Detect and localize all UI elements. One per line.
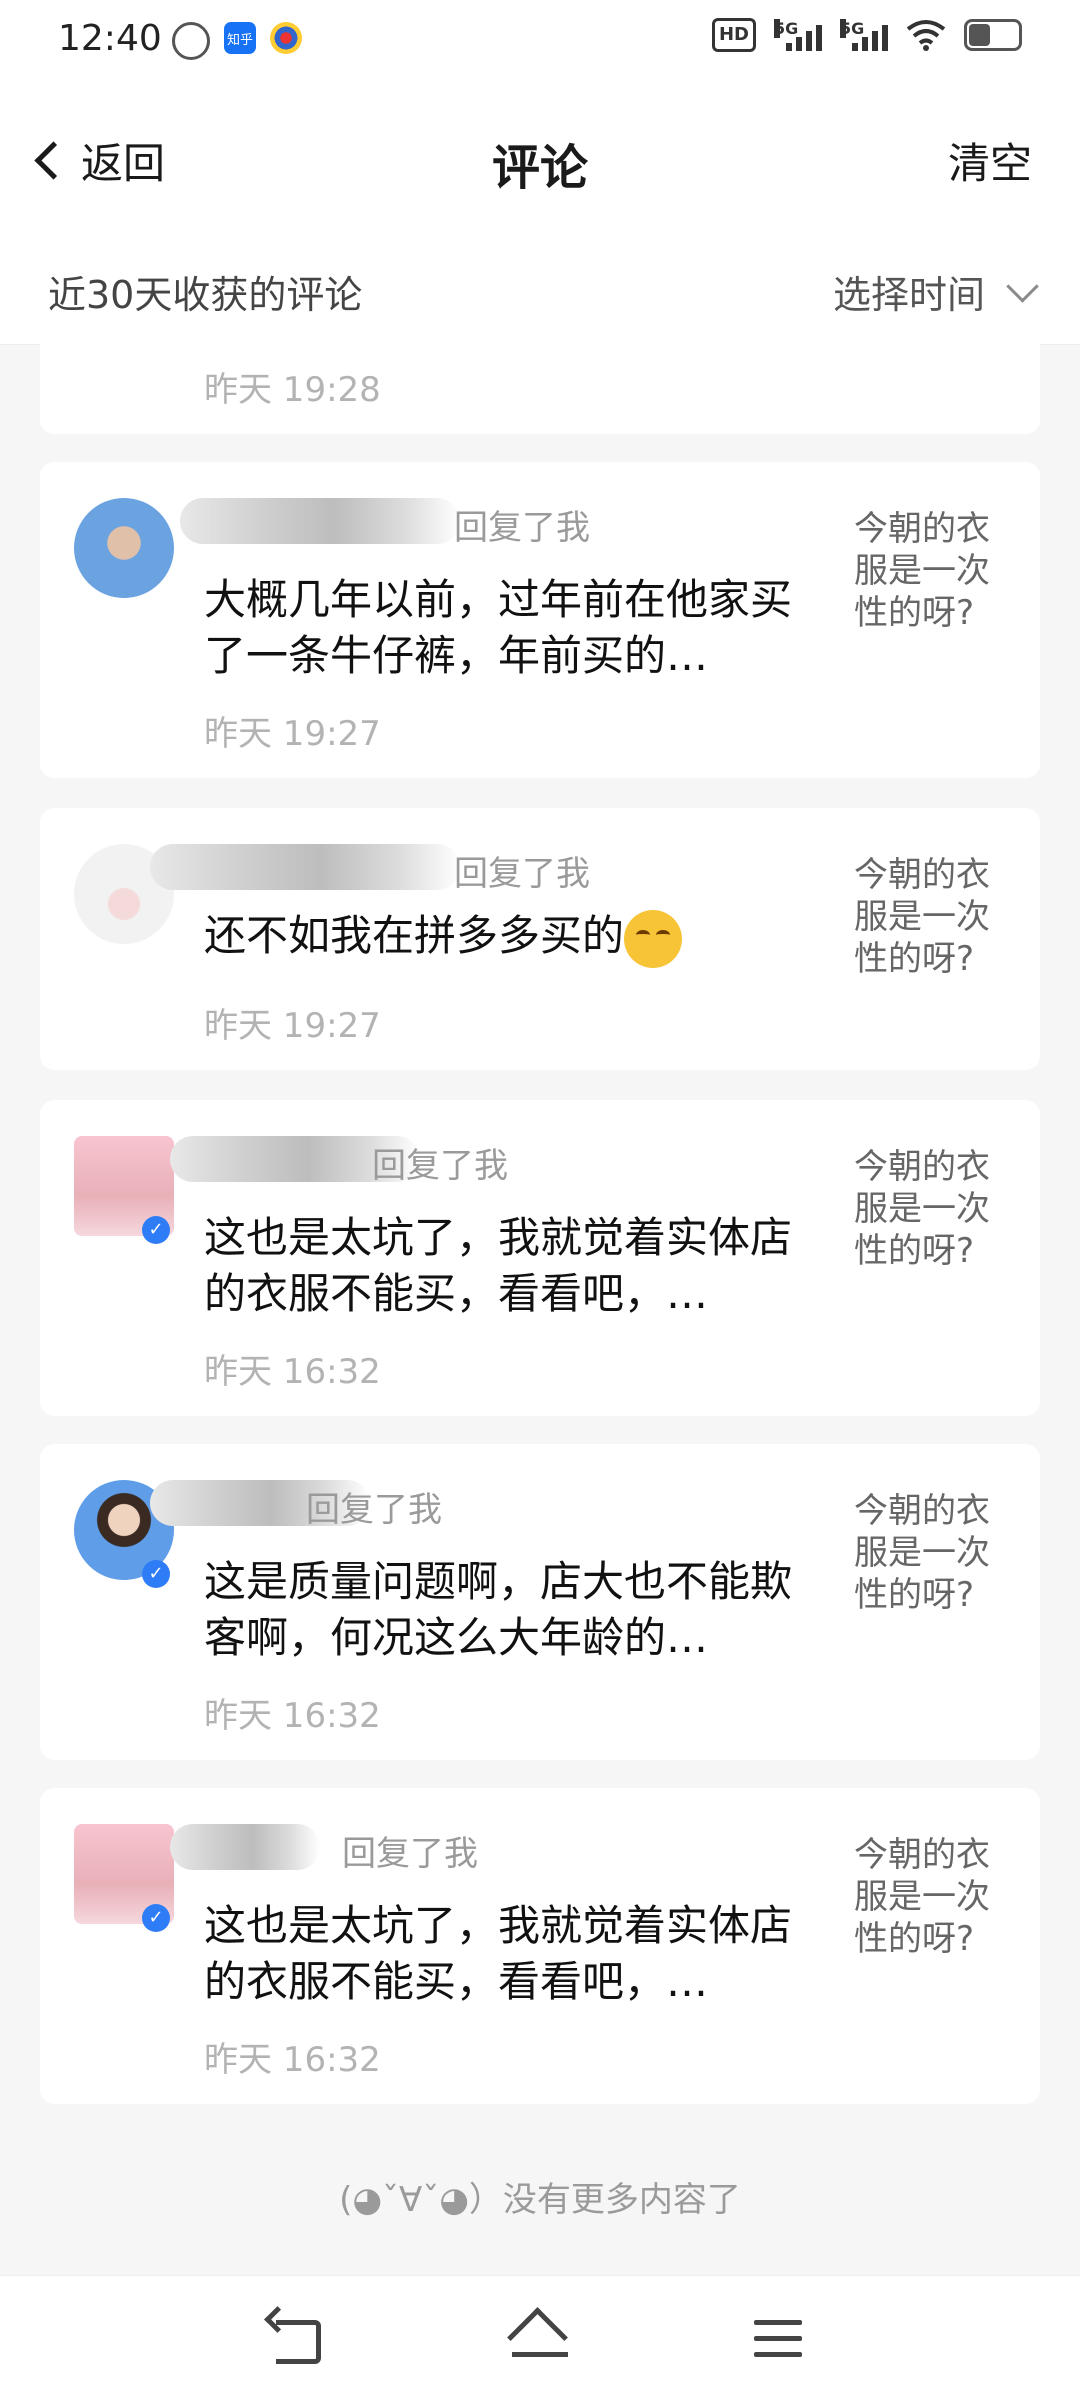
no-more-content-text: (◕ˇ∀ˇ◕）没有更多内容了 — [339, 2180, 741, 2220]
page-title: 评论 — [491, 140, 588, 196]
comment-time: 昨天 19:27 — [204, 714, 381, 754]
verified-badge-icon: ✓ — [142, 1216, 170, 1244]
verified-badge-icon: ✓ — [142, 1904, 170, 1932]
battery-icon — [964, 19, 1022, 51]
comment-time: 昨天 19:28 — [204, 370, 381, 410]
zhihu-icon: 知乎 — [224, 22, 256, 54]
user-name-blurred[interactable] — [170, 1824, 320, 1870]
status-indicators: HD 5G 5G — [711, 18, 1022, 52]
comment-content: 这也是太坑了，我就觉着实体店的衣服不能买，看看吧，… — [204, 1901, 793, 2006]
referenced-post[interactable]: 今朝的衣服是一次性的呀? — [854, 1490, 1012, 1616]
referenced-post[interactable]: 今朝的衣服是一次性的呀? — [854, 508, 1012, 634]
user-name-blurred[interactable] — [180, 498, 460, 544]
hd-icon: HD — [711, 18, 756, 52]
time-picker-label: 选择时间 — [832, 273, 985, 317]
comment-time: 昨天 16:32 — [204, 2040, 381, 2080]
home-nav-icon[interactable] — [502, 2306, 582, 2370]
referenced-post[interactable]: 今朝的衣服是一次性的呀? — [854, 854, 1012, 980]
avatar[interactable] — [74, 498, 174, 598]
replied-label: 回复了我 — [342, 1834, 478, 1874]
clear-button[interactable]: 清空 — [948, 130, 1032, 191]
menu-nav-icon[interactable] — [742, 2306, 822, 2370]
replied-label: 回复了我 — [454, 508, 590, 548]
status-app-icons: 知乎 — [172, 22, 302, 60]
replied-label: 回复了我 — [454, 854, 590, 894]
comment-content: 这也是太坑了，我就觉着实体店的衣服不能买，看看吧，… — [204, 1213, 793, 1318]
list-item[interactable]: ✓ 回复了我 这也是太坑了，我就觉着实体店的衣服不能买，看看吧，… 昨天 16:… — [40, 1788, 1040, 2104]
signal-icon: 5G — [840, 19, 888, 51]
browser-icon — [270, 22, 302, 54]
list-item[interactable]: 回复了我 大概几年以前，过年前在他家买了一条牛仔裤，年前买的… 昨天 19:27… — [40, 462, 1040, 778]
signal-icon: 5G — [774, 19, 822, 51]
back-nav-icon[interactable] — [262, 2306, 342, 2370]
verified-badge-icon: ✓ — [142, 1560, 170, 1588]
replied-label: 回复了我 — [372, 1146, 508, 1186]
list-item[interactable]: ✓ 回复了我 这也是太坑了，我就觉着实体店的衣服不能买，看看吧，… 昨天 16:… — [40, 1100, 1040, 1416]
list-item[interactable]: 回复了我 还不如我在拼多多买的 昨天 19:27 今朝的衣服是一次性的呀? — [40, 808, 1040, 1070]
status-time: 12:40 — [58, 18, 162, 59]
comment-time: 昨天 16:32 — [204, 1352, 381, 1392]
replied-label: 回复了我 — [306, 1490, 442, 1530]
comment-content: 还不如我在拼多多买的 — [204, 908, 824, 968]
tears-of-joy-emoji — [624, 909, 683, 968]
user-name-blurred[interactable] — [150, 844, 460, 890]
filter-bar: 近30天收获的评论 选择时间 — [0, 230, 1080, 345]
app-header: 返回 评论 清空 — [0, 90, 1080, 230]
referenced-post[interactable]: 今朝的衣服是一次性的呀? — [854, 1834, 1012, 1960]
system-nav-bar — [0, 2275, 1080, 2401]
status-bar: 12:40 知乎 HD 5G 5G — [0, 0, 1080, 90]
chevron-down-icon — [1006, 270, 1039, 303]
referenced-post[interactable]: 今朝的衣服是一次性的呀? — [854, 1146, 1012, 1272]
comment-content: 大概几年以前，过年前在他家买了一条牛仔裤，年前买的… — [204, 575, 793, 680]
comment-time: 昨天 19:27 — [204, 1006, 381, 1046]
list-item[interactable]: 昨天 19:28 — [40, 344, 1040, 434]
time-picker[interactable]: 选择时间 — [832, 264, 1039, 319]
sync-icon — [172, 22, 210, 60]
comment-content: 这是质量问题啊，店大也不能欺客啊，何况这么大年龄的… — [204, 1557, 793, 1662]
wifi-icon — [906, 20, 946, 51]
comment-time: 昨天 16:32 — [204, 1696, 381, 1736]
list-item[interactable]: ✓ 回复了我 这是质量问题啊，店大也不能欺客啊，何况这么大年龄的… 昨天 16:… — [40, 1444, 1040, 1760]
filter-label: 近30天收获的评论 — [48, 273, 363, 317]
